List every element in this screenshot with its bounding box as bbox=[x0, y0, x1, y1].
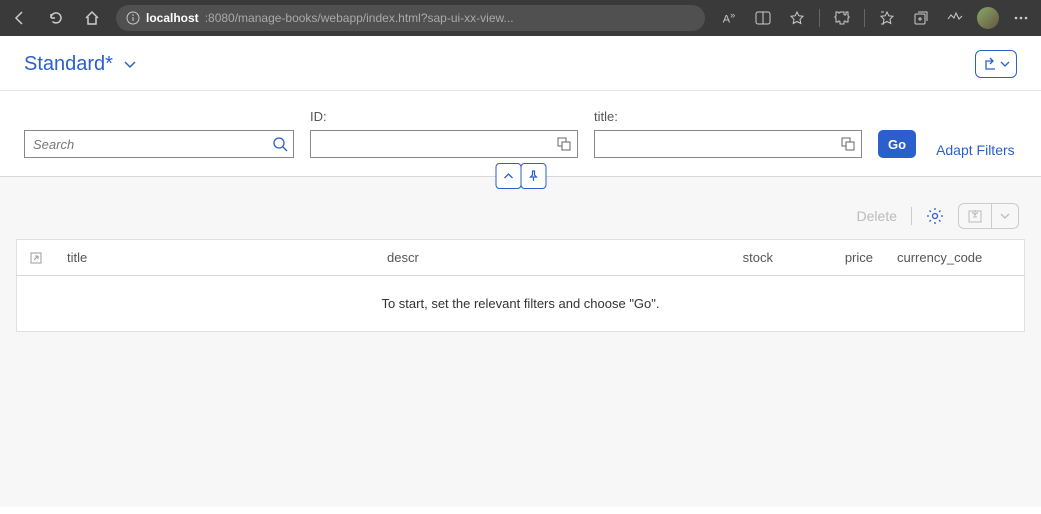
back-button[interactable] bbox=[8, 6, 32, 30]
split-screen-icon[interactable] bbox=[751, 6, 775, 30]
search-input-wrap bbox=[24, 130, 294, 158]
filter-title-input[interactable] bbox=[595, 131, 835, 157]
home-button[interactable] bbox=[80, 6, 104, 30]
separator bbox=[911, 207, 912, 225]
read-aloud-icon[interactable]: A» bbox=[717, 6, 741, 30]
chevron-down-icon bbox=[1000, 59, 1010, 69]
adapt-filters-link[interactable]: Adapt Filters bbox=[932, 142, 1019, 158]
filter-bar: ID: title: Go Adapt Filters bbox=[0, 91, 1041, 177]
filter-title: title: bbox=[594, 109, 862, 158]
empty-message: To start, set the relevant filters and c… bbox=[17, 276, 1025, 332]
variant-selector[interactable]: Standard* bbox=[24, 53, 137, 76]
extensions-icon[interactable] bbox=[830, 6, 854, 30]
search-field bbox=[24, 130, 294, 158]
performance-icon[interactable] bbox=[943, 6, 967, 30]
column-currency[interactable]: currency_code bbox=[885, 240, 1025, 276]
go-button[interactable]: Go bbox=[878, 130, 916, 158]
column-title[interactable]: title bbox=[55, 240, 375, 276]
column-nav-icon bbox=[17, 240, 56, 276]
data-table: title descr stock price currency_code To… bbox=[16, 239, 1025, 332]
column-stock[interactable]: stock bbox=[695, 240, 785, 276]
filter-title-input-wrap bbox=[594, 130, 862, 158]
collapse-button[interactable] bbox=[495, 163, 521, 189]
settings-button[interactable] bbox=[926, 207, 944, 225]
divider bbox=[819, 9, 820, 27]
profile-avatar[interactable] bbox=[977, 7, 999, 29]
chevron-down-icon bbox=[991, 204, 1018, 228]
filter-collapse-controls bbox=[495, 163, 546, 189]
browser-toolbar: localhost :8080/manage-books/webapp/index… bbox=[0, 0, 1041, 36]
page-header: Standard* bbox=[0, 36, 1041, 91]
share-icon bbox=[982, 56, 998, 72]
more-icon[interactable] bbox=[1009, 6, 1033, 30]
content-area: Delete title descr stock price curr bbox=[0, 177, 1041, 507]
filter-id-input-wrap bbox=[310, 130, 578, 158]
value-help-icon[interactable] bbox=[551, 137, 577, 151]
chevron-down-icon bbox=[123, 57, 137, 71]
collections-icon[interactable] bbox=[909, 6, 933, 30]
filter-id: ID: bbox=[310, 109, 578, 158]
divider bbox=[864, 9, 865, 27]
address-bar[interactable]: localhost :8080/manage-books/webapp/index… bbox=[116, 5, 705, 31]
favorite-icon[interactable] bbox=[785, 6, 809, 30]
value-help-icon[interactable] bbox=[835, 137, 861, 151]
pin-button[interactable] bbox=[520, 163, 546, 189]
url-path: :8080/manage-books/webapp/index.html?sap… bbox=[205, 11, 514, 25]
search-input[interactable] bbox=[25, 131, 267, 157]
delete-button[interactable]: Delete bbox=[857, 208, 897, 224]
favorites-list-icon[interactable] bbox=[875, 6, 899, 30]
column-price[interactable]: price bbox=[785, 240, 885, 276]
export-icon bbox=[959, 204, 991, 228]
column-descr[interactable]: descr bbox=[375, 240, 695, 276]
table-toolbar: Delete bbox=[16, 199, 1025, 239]
url-host: localhost bbox=[146, 11, 199, 25]
table-empty-row: To start, set the relevant filters and c… bbox=[17, 276, 1025, 332]
browser-actions: A» bbox=[717, 6, 1033, 30]
filter-title-label: title: bbox=[594, 109, 862, 124]
refresh-button[interactable] bbox=[44, 6, 68, 30]
export-button[interactable] bbox=[958, 203, 1019, 229]
info-icon bbox=[126, 11, 140, 25]
share-button[interactable] bbox=[975, 50, 1017, 78]
search-icon[interactable] bbox=[267, 136, 293, 152]
table-header-row: title descr stock price currency_code bbox=[17, 240, 1025, 276]
filter-id-label: ID: bbox=[310, 109, 578, 124]
variant-title-text: Standard* bbox=[24, 53, 113, 76]
filter-id-input[interactable] bbox=[311, 131, 551, 157]
